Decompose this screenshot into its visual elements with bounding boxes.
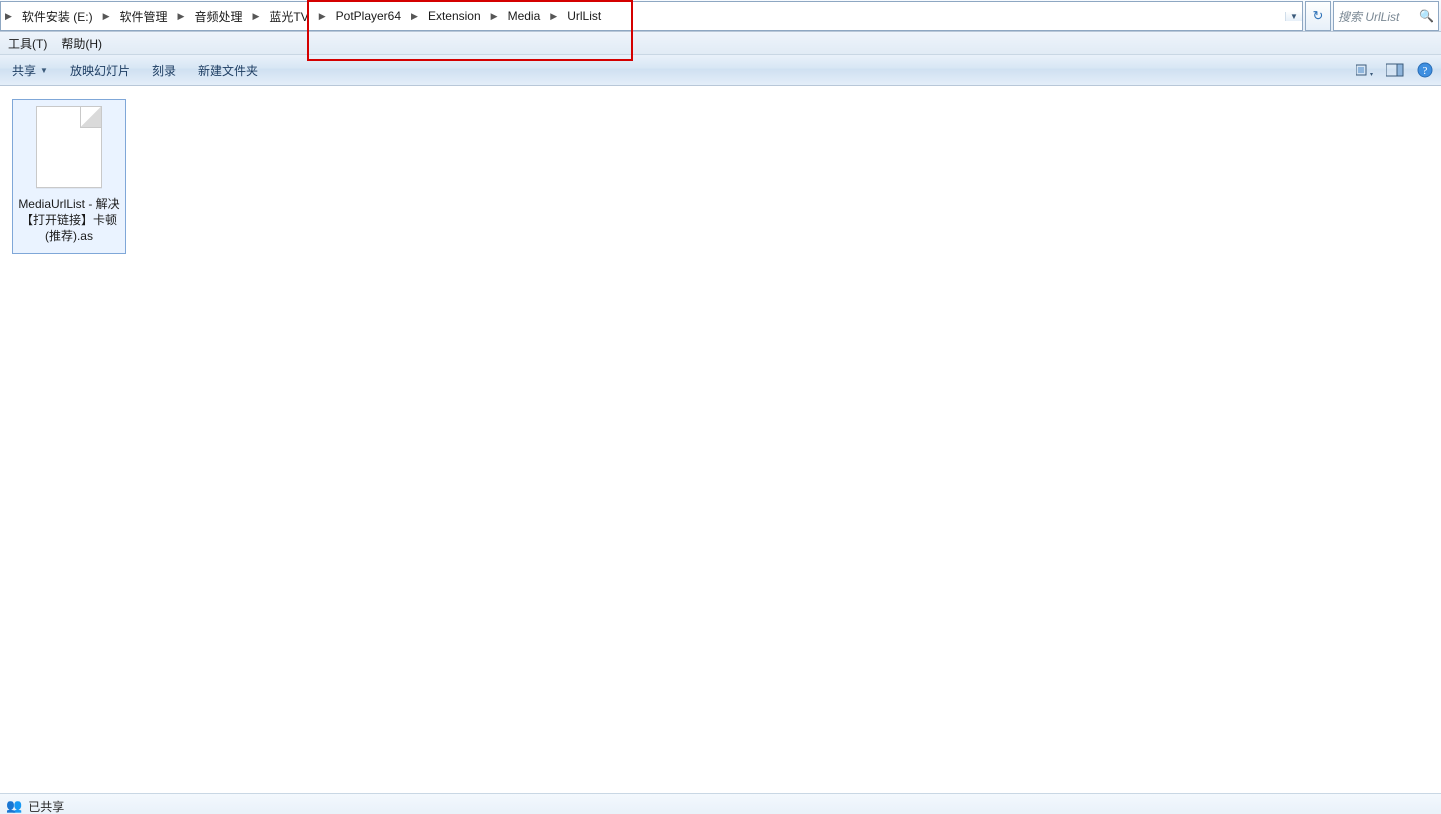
toolbar-share[interactable]: 共享 ▼ <box>12 62 48 79</box>
chevron-right-icon[interactable]: ▶ <box>1 11 16 22</box>
toolbar-slideshow[interactable]: 放映幻灯片 <box>70 62 130 79</box>
preview-pane-icon <box>1386 63 1404 77</box>
chevron-right-icon[interactable]: ▶ <box>546 11 561 22</box>
toolbar-share-label: 共享 <box>12 62 36 79</box>
view-options-button[interactable] <box>1355 60 1375 80</box>
chevron-right-icon[interactable]: ▶ <box>407 11 422 22</box>
toolbar: 共享 ▼ 放映幻灯片 刻录 新建文件夹 ? <box>0 55 1441 86</box>
status-shared-label: 已共享 <box>28 798 64 814</box>
help-icon: ? <box>1417 62 1433 78</box>
file-item[interactable]: MediaUrlList - 解决【打开链接】卡顿(推荐).as <box>12 99 126 254</box>
address-bar-row: ▶ 软件安装 (E:) ▶ 软件管理 ▶ 音频处理 ▶ 蓝光TV ▶ PotPl… <box>0 0 1441 32</box>
search-input[interactable]: 搜索 UrlList 🔍 <box>1333 1 1439 31</box>
menu-bar: 工具(T) 帮助(H) <box>0 32 1441 55</box>
svg-text:?: ? <box>1423 65 1428 77</box>
breadcrumb-folder[interactable]: 蓝光TV <box>263 2 314 30</box>
breadcrumb[interactable]: ▶ 软件安装 (E:) ▶ 软件管理 ▶ 音频处理 ▶ 蓝光TV ▶ PotPl… <box>0 1 1303 31</box>
chevron-down-icon: ▼ <box>40 66 48 75</box>
help-button[interactable]: ? <box>1415 60 1435 80</box>
chevron-right-icon[interactable]: ▶ <box>315 11 330 22</box>
chevron-right-icon[interactable]: ▶ <box>487 11 502 22</box>
breadcrumb-folder[interactable]: Media <box>502 2 547 30</box>
menu-tools[interactable]: 工具(T) <box>8 35 47 52</box>
breadcrumb-drive[interactable]: 软件安装 (E:) <box>16 2 99 30</box>
file-label: MediaUrlList - 解决【打开链接】卡顿(推荐).as <box>17 196 121 245</box>
toolbar-slideshow-label: 放映幻灯片 <box>70 62 130 79</box>
status-bar: 👥 已共享 <box>0 793 1441 814</box>
toolbar-right-group: ? <box>1355 55 1435 85</box>
toolbar-burn[interactable]: 刻录 <box>152 62 176 79</box>
layout-icon <box>1356 63 1374 77</box>
breadcrumb-folder[interactable]: Extension <box>422 2 487 30</box>
refresh-button[interactable]: ↻ <box>1305 1 1331 31</box>
refresh-icon: ↻ <box>1313 8 1324 24</box>
search-placeholder: 搜索 UrlList <box>1338 8 1419 25</box>
file-pane[interactable]: MediaUrlList - 解决【打开链接】卡顿(推荐).as <box>0 86 1441 793</box>
toolbar-new-folder[interactable]: 新建文件夹 <box>198 62 258 79</box>
breadcrumb-folder[interactable]: 音频处理 <box>188 2 248 30</box>
preview-pane-button[interactable] <box>1385 60 1405 80</box>
file-icon <box>36 106 102 188</box>
breadcrumb-folder[interactable]: PotPlayer64 <box>330 2 407 30</box>
search-icon: 🔍 <box>1419 9 1434 23</box>
menu-help[interactable]: 帮助(H) <box>61 35 102 52</box>
shared-icon: 👥 <box>6 798 22 814</box>
chevron-right-icon[interactable]: ▶ <box>174 11 189 22</box>
breadcrumb-current[interactable]: UrlList <box>561 2 607 30</box>
chevron-right-icon[interactable]: ▶ <box>99 11 114 22</box>
chevron-right-icon[interactable]: ▶ <box>248 11 263 22</box>
toolbar-new-folder-label: 新建文件夹 <box>198 62 258 79</box>
toolbar-burn-label: 刻录 <box>152 62 176 79</box>
address-dropdown-button[interactable]: ▼ <box>1285 12 1302 21</box>
breadcrumb-folder[interactable]: 软件管理 <box>114 2 174 30</box>
